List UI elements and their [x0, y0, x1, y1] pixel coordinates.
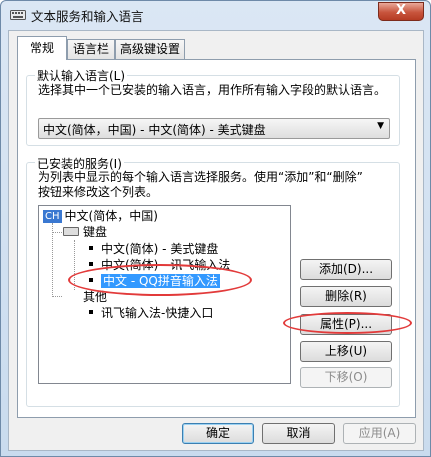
close-button[interactable]: X [378, 2, 424, 21]
add-button[interactable]: 添加(D)... [300, 259, 392, 280]
tab-general[interactable]: 常规 [17, 36, 67, 60]
remove-button[interactable]: 删除(R) [300, 286, 392, 307]
default-language-selected: 中文(简体，中国) - 中文(简体) - 美式键盘 [43, 123, 266, 137]
chevron-down-icon: ▼ [377, 121, 384, 131]
tree-item-keyboard[interactable]: 中文(简体) - 美式键盘 [89, 241, 218, 257]
tab-advanced-keys-label: 高级键设置 [120, 42, 181, 56]
tab-language-bar[interactable]: 语言栏 [67, 39, 115, 59]
tab-advanced-keys[interactable]: 高级键设置 [115, 39, 185, 59]
tree-item-other[interactable]: 讯飞输入法-快捷入口 [89, 305, 213, 321]
tree-item-other-label: 讯飞输入法-快捷入口 [101, 306, 214, 320]
cancel-button[interactable]: 取消 [262, 423, 335, 444]
tree-item-keyboard-group[interactable]: 键盘 [63, 224, 107, 240]
bullet-icon [89, 246, 93, 250]
annotation-ellipse-properties [283, 312, 412, 334]
installed-services-description-line2: 按钮来修改这个列表。 [38, 185, 159, 199]
tree-item-language[interactable]: CH 中文(简体，中国) [43, 208, 158, 224]
move-up-button[interactable]: 上移(U) [300, 341, 392, 362]
tree-item-keyboard-group-label: 键盘 [83, 225, 108, 239]
bullet-icon [89, 310, 93, 314]
tree-item-language-label: 中文(简体，中国) [64, 209, 158, 223]
ok-button[interactable]: 确定 [182, 423, 254, 444]
language-badge: CH [43, 210, 62, 223]
default-language-dropdown[interactable]: 中文(简体，中国) - 中文(简体) - 美式键盘 ▼ [38, 118, 390, 139]
tree-item-keyboard-label: 中文(简体) - 美式键盘 [101, 242, 219, 256]
keyboard-icon [63, 227, 79, 236]
move-down-button[interactable]: 下移(O) [300, 367, 392, 388]
annotation-ellipse-selected-ime [68, 264, 252, 296]
apply-button[interactable]: 应用(A) [343, 423, 416, 444]
tab-general-label: 常规 [29, 41, 54, 55]
keyboard-app-icon [10, 10, 26, 20]
tab-language-bar-label: 语言栏 [72, 42, 109, 56]
window-title: 文本服务和输入语言 [31, 9, 144, 24]
bullet-icon [89, 262, 93, 266]
close-icon: X [395, 3, 407, 18]
installed-services-description-line1: 为列表中显示的每个输入语言选择服务。使用“添加”和“删除” [38, 170, 363, 184]
title-bar[interactable]: 文本服务和输入语言 X [1, 1, 430, 29]
default-language-description: 选择其中一个已安装的输入语言，用作所有输入字段的默认语言。 [38, 83, 387, 97]
default-language-group-label: 默认输入语言(L) [35, 67, 128, 84]
